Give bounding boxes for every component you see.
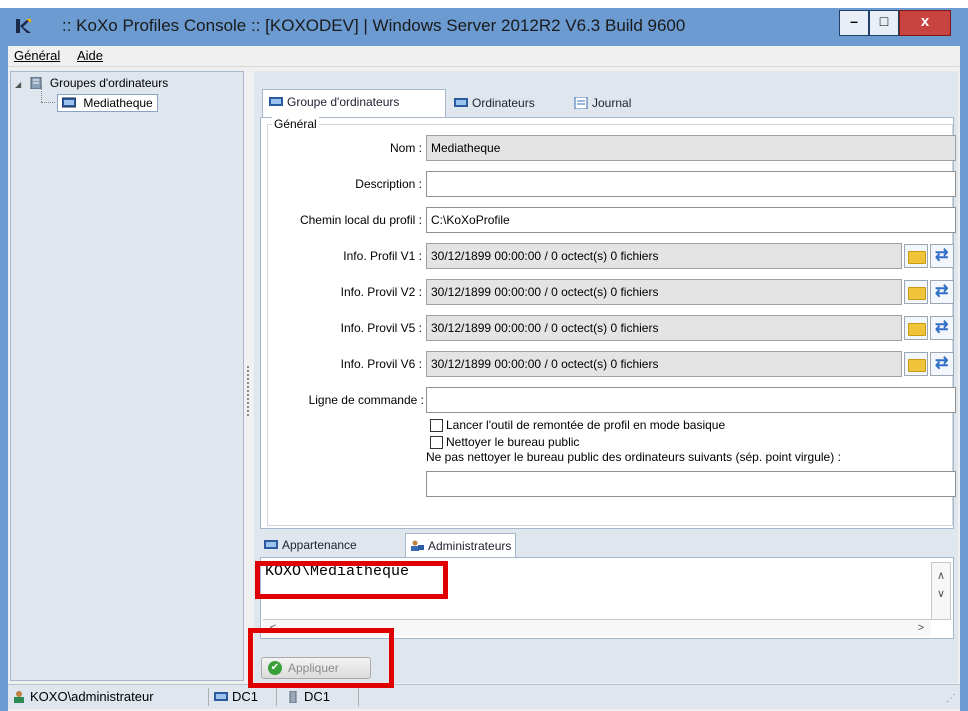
maximize-icon: □ <box>879 13 889 29</box>
computer-icon <box>264 540 278 549</box>
info-v6-label: Info. Provil V6 : <box>340 357 422 371</box>
folder-icon <box>908 287 926 300</box>
tab-journal[interactable]: Journal <box>568 91 637 115</box>
nom-field: Mediatheque <box>426 135 956 161</box>
window-title: :: KoXo Profiles Console :: [KOXODEV] | … <box>62 16 686 35</box>
info-v1-label: Info. Profil V1 : <box>343 249 422 263</box>
vertical-scrollbar[interactable]: ∧ ∨ <box>931 562 951 620</box>
menu-general[interactable]: Général <box>14 48 60 63</box>
status-separator <box>208 688 209 706</box>
ligne-commande-label: Ligne de commande : <box>308 393 424 407</box>
info-v2-label: Info. Provil V2 : <box>340 285 422 299</box>
open-folder-v2-button[interactable] <box>904 280 928 304</box>
maximize-button[interactable]: □ <box>869 10 899 36</box>
folder-icon <box>908 359 926 372</box>
group-title: Général <box>272 117 319 131</box>
refresh-v5-button[interactable]: ⇄ <box>930 316 954 340</box>
refresh-v2-button[interactable]: ⇄ <box>930 280 954 304</box>
user-icon <box>14 691 24 703</box>
refresh-icon: ⇄ <box>935 283 949 300</box>
scroll-up-icon[interactable]: ∧ <box>932 567 950 585</box>
client-area: Général Aide ◢ Groupes d'ordinateurs Med… <box>8 46 960 711</box>
info-v6-field: 30/12/1899 00:00:00 / 0 octect(s) 0 fich… <box>426 351 902 377</box>
tab-groupe-ordinateurs[interactable]: Groupe d'ordinateurs <box>262 89 446 117</box>
minimize-button[interactable]: – <box>839 10 869 36</box>
tree-root-label: Groupes d'ordinateurs <box>49 76 169 90</box>
scroll-down-icon[interactable]: ∨ <box>932 585 950 603</box>
tree-root[interactable]: ◢ Groupes d'ordinateurs <box>15 76 168 90</box>
refresh-icon: ⇄ <box>935 319 949 336</box>
nom-label: Nom : <box>389 141 422 155</box>
highlight-admin-entry <box>255 561 448 599</box>
scroll-right-icon[interactable]: > <box>913 620 929 636</box>
computer-icon <box>214 692 228 701</box>
main-window: :: KoXo Profiles Console :: [KOXODEV] | … <box>0 8 968 711</box>
tab-appartenance[interactable]: Appartenance <box>260 533 361 557</box>
koxo-logo-icon <box>16 19 31 33</box>
description-field[interactable] <box>426 171 956 197</box>
status-dc-b: DC1 <box>286 689 330 704</box>
refresh-icon: ⇄ <box>935 355 949 372</box>
highlight-apply-button <box>248 628 394 688</box>
close-icon: x <box>920 13 930 30</box>
chemin-field[interactable]: C:\KoXoProfile <box>426 207 956 233</box>
general-groupbox: Général Nom : Mediatheque Description : … <box>267 117 956 526</box>
info-v5-label: Info. Provil V5 : <box>340 321 422 335</box>
computer-group-tree[interactable]: ◢ Groupes d'ordinateurs Mediatheque <box>10 71 244 681</box>
status-bar: KOXO\administrateur DC1 DC1 ⋰ <box>8 684 960 709</box>
journal-icon <box>574 97 588 109</box>
basic-mode-checkbox[interactable] <box>430 419 443 432</box>
refresh-v6-button[interactable]: ⇄ <box>930 352 954 376</box>
tree-connector <box>41 86 43 102</box>
close-button[interactable]: x <box>899 10 951 36</box>
info-v5-field: 30/12/1899 00:00:00 / 0 octect(s) 0 fich… <box>426 315 902 341</box>
splitter-handle[interactable] <box>247 366 252 416</box>
server-icon <box>289 691 297 703</box>
info-v1-field: 30/12/1899 00:00:00 / 0 octect(s) 0 fich… <box>426 243 902 269</box>
resize-grip-icon[interactable]: ⋰ <box>946 693 956 704</box>
minimize-icon: – <box>850 13 858 29</box>
chemin-label: Chemin local du profil : <box>299 213 422 227</box>
clean-desktop-checkbox[interactable] <box>430 436 443 449</box>
expand-icon[interactable]: ◢ <box>15 80 21 89</box>
menu-bar: Général Aide <box>8 46 960 67</box>
tab-ordinateurs[interactable]: Ordinateurs <box>448 91 541 115</box>
groupe-tab-panel: Général Nom : Mediatheque Description : … <box>260 117 956 529</box>
computers-icon <box>454 98 468 107</box>
status-separator <box>276 688 277 706</box>
status-user: KOXO\administrateur <box>12 689 154 704</box>
tree-item-mediatheque[interactable]: Mediatheque <box>57 94 158 112</box>
refresh-icon: ⇄ <box>935 247 949 264</box>
info-v2-field: 30/12/1899 00:00:00 / 0 octect(s) 0 fich… <box>426 279 902 305</box>
exclude-field[interactable] <box>426 471 956 497</box>
open-folder-v1-button[interactable] <box>904 244 928 268</box>
tree-connector <box>41 102 55 104</box>
open-folder-v6-button[interactable] <box>904 352 928 376</box>
tree-item-label: Mediatheque <box>83 96 153 110</box>
folder-icon <box>908 323 926 336</box>
status-dc-a: DC1 <box>214 689 258 704</box>
basic-mode-label: Lancer l'outil de remontée de profil en … <box>446 418 726 432</box>
tab-administrateurs[interactable]: Administrateurs <box>405 533 517 558</box>
description-label: Description : <box>355 177 422 191</box>
refresh-v1-button[interactable]: ⇄ <box>930 244 954 268</box>
ligne-commande-field[interactable] <box>426 387 956 413</box>
status-separator <box>358 688 359 706</box>
users-icon <box>411 540 424 551</box>
clean-desktop-label: Nettoyer le bureau public <box>446 435 580 449</box>
folder-icon <box>908 251 926 264</box>
open-folder-v5-button[interactable] <box>904 316 928 340</box>
computer-group-icon <box>269 97 283 106</box>
title-bar[interactable]: :: KoXo Profiles Console :: [KOXODEV] | … <box>0 8 968 46</box>
computer-icon <box>62 97 76 108</box>
menu-aide[interactable]: Aide <box>77 48 103 63</box>
exclude-label: Ne pas nettoyer le bureau public des ord… <box>426 450 841 464</box>
